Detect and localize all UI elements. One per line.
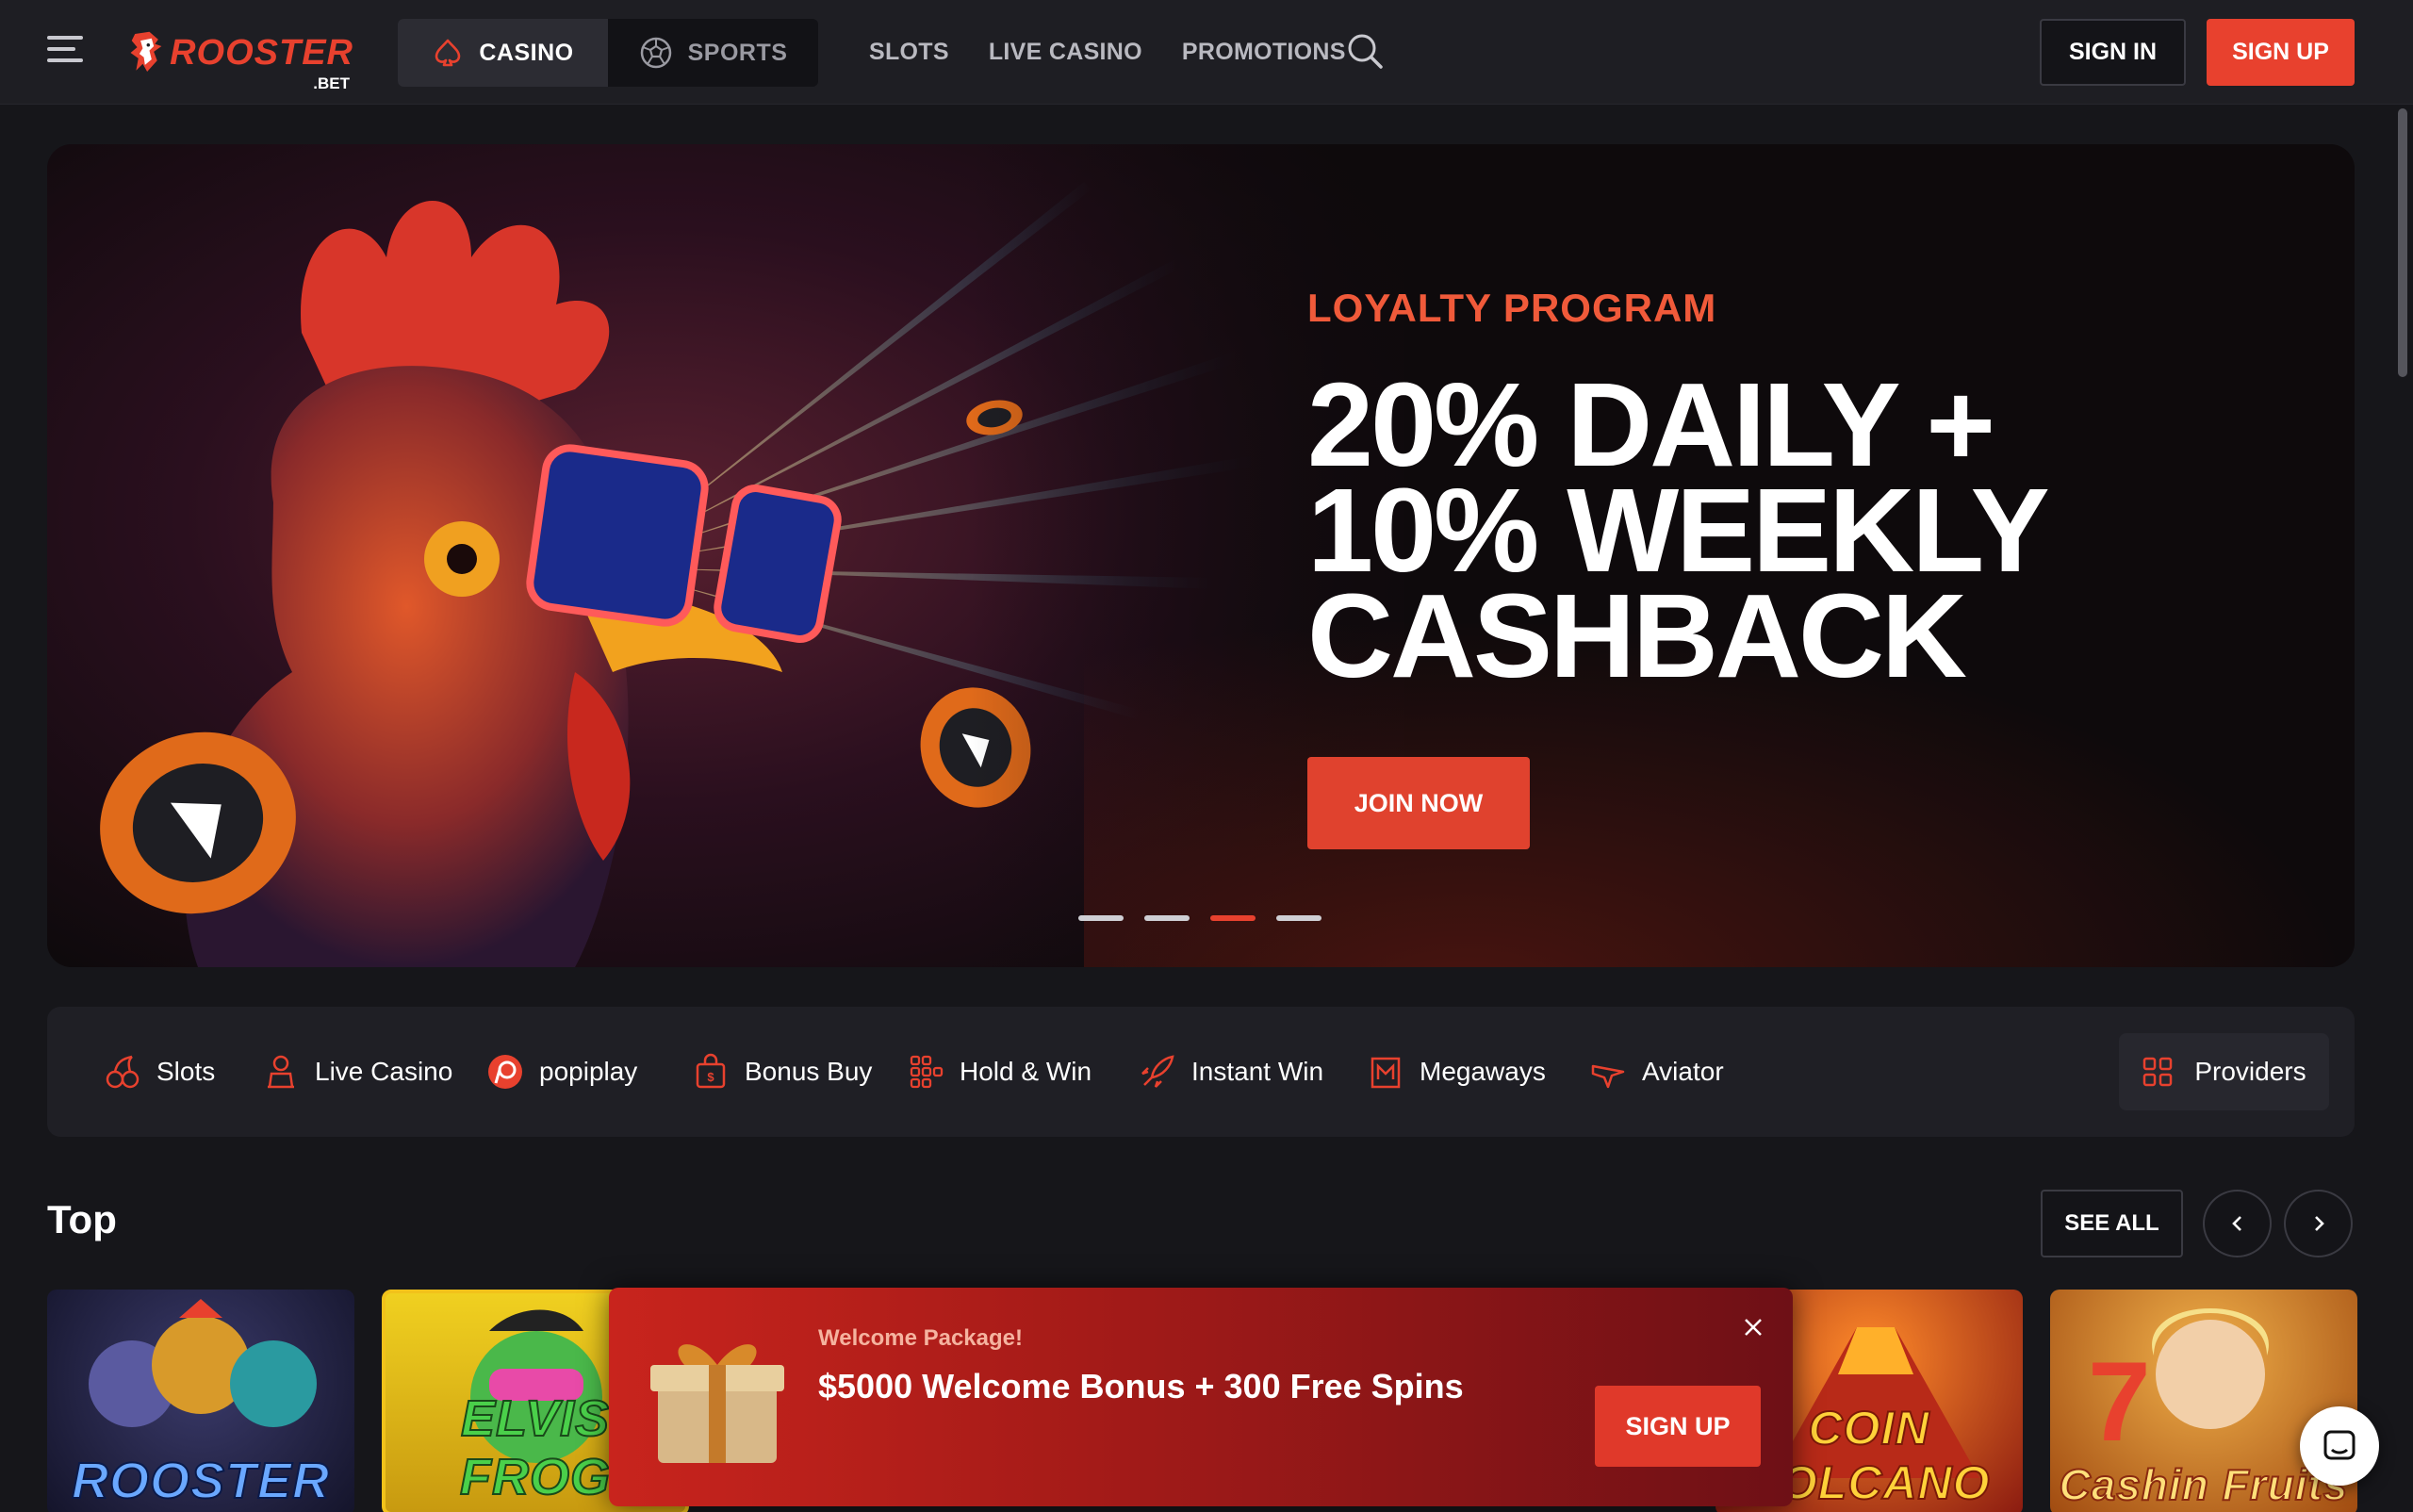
see-all-button[interactable]: SEE ALL — [2041, 1190, 2183, 1257]
carousel-dot-4[interactable] — [1276, 915, 1321, 921]
game-tile[interactable]: ROOSTER — [47, 1290, 354, 1512]
spade-icon — [435, 39, 461, 67]
nav-slots[interactable]: SLOTS — [869, 39, 949, 66]
sign-in-button[interactable]: SIGN IN — [2040, 19, 2186, 86]
banner-headline: 20% DAILY + 10% WEEKLY CASHBACK — [1307, 358, 2250, 702]
svg-text:7: 7 — [2088, 1339, 2151, 1465]
hamburger-menu-icon[interactable] — [47, 36, 85, 68]
providers-label: Providers — [2194, 1057, 2306, 1086]
popiplay-icon — [488, 1055, 522, 1089]
dealer-icon — [268, 1055, 294, 1089]
megaways-icon — [1371, 1057, 1401, 1089]
nav-live-casino[interactable]: LIVE CASINO — [989, 39, 1142, 66]
chevron-left-icon — [2231, 1216, 2241, 1231]
game-tile-title: ROOSTER — [71, 1452, 331, 1510]
providers-button[interactable]: Providers — [2119, 1033, 2329, 1110]
grid-dots-icon — [910, 1055, 944, 1089]
nav-promotions[interactable]: PROMOTIONS — [1182, 39, 1346, 66]
top-header: ROOSTER .BET CASINO SPORTS SLOTS LIVE CA… — [0, 0, 2413, 105]
soccer-ball-icon — [640, 37, 671, 69]
category-hold-and-win[interactable]: Hold & Win — [907, 1007, 1092, 1137]
main-nav: SLOTS LIVE CASINO PROMOTIONS — [869, 0, 1346, 105]
rooster-logo-icon — [130, 31, 162, 72]
popup-sign-up-button[interactable]: SIGN UP — [1595, 1386, 1761, 1467]
category-aviator-label: Aviator — [1642, 1057, 1724, 1086]
shopping-bag-icon: $ — [696, 1053, 726, 1089]
category-bonus-buy-label: Bonus Buy — [745, 1057, 873, 1086]
category-instant-win[interactable]: Instant Win — [1139, 1007, 1323, 1137]
grid-icon — [2143, 1057, 2173, 1087]
category-bonus-buy[interactable]: $ Bonus Buy — [692, 1007, 872, 1137]
carousel-next-button[interactable] — [2284, 1190, 2353, 1257]
tab-casino[interactable]: CASINO — [398, 19, 608, 87]
join-now-button[interactable]: JOIN NOW — [1307, 757, 1530, 849]
plane-icon — [1591, 1064, 1625, 1089]
popup-eyebrow: Welcome Package! — [818, 1325, 1023, 1351]
category-popiplay-label: popiplay — [539, 1057, 638, 1086]
category-slots-label: Slots — [156, 1057, 216, 1086]
category-popiplay[interactable]: popiplay — [486, 1007, 637, 1137]
banner-headline-line-2: 10% WEEKLY — [1307, 464, 2050, 597]
product-switcher: CASINO SPORTS — [398, 19, 818, 87]
carousel-prev-button[interactable] — [2203, 1190, 2272, 1257]
category-bar: Slots Live Casino popiplay $ Bonus Buy H… — [47, 1007, 2355, 1137]
carousel-pagination — [1078, 915, 1321, 921]
banner-headline-line-1: 20% DAILY + — [1307, 358, 1995, 491]
chevron-right-icon — [2314, 1216, 2324, 1231]
category-live-casino[interactable]: Live Casino — [262, 1007, 452, 1137]
gift-box-icon — [650, 1344, 784, 1463]
site-logo[interactable]: ROOSTER .BET — [127, 13, 353, 92]
category-hold-and-win-label: Hold & Win — [960, 1057, 1092, 1086]
chat-icon — [2323, 1430, 2356, 1460]
tab-sports[interactable]: SPORTS — [608, 19, 818, 87]
carousel-dot-3[interactable] — [1210, 915, 1256, 921]
chat-support-button[interactable] — [2300, 1406, 2379, 1486]
logo-suffix: .BET — [313, 74, 350, 92]
tab-casino-label: CASINO — [479, 39, 574, 66]
category-instant-win-label: Instant Win — [1191, 1057, 1324, 1086]
search-icon[interactable] — [1346, 32, 1384, 70]
category-aviator[interactable]: Aviator — [1589, 1007, 1724, 1137]
cherries-icon — [106, 1055, 140, 1089]
category-slots[interactable]: Slots — [104, 1007, 215, 1137]
category-megaways-label: Megaways — [1420, 1057, 1546, 1086]
hero-banner: LOYALTY PROGRAM 20% DAILY + 10% WEEKLY C… — [47, 144, 2355, 967]
category-megaways[interactable]: Megaways — [1367, 1007, 1546, 1137]
popup-title: $5000 Welcome Bonus + 300 Free Spins — [818, 1367, 1464, 1405]
close-icon[interactable] — [1740, 1314, 1766, 1340]
page-scrollbar[interactable] — [2398, 108, 2407, 377]
svg-text:$: $ — [707, 1070, 714, 1084]
logo-name: ROOSTER — [170, 32, 353, 73]
carousel-dot-2[interactable] — [1144, 915, 1190, 921]
section-title-top: Top — [47, 1197, 117, 1241]
banner-headline-line-3: CASHBACK — [1307, 569, 1967, 702]
sign-up-button[interactable]: SIGN UP — [2207, 19, 2355, 86]
carousel-dot-1[interactable] — [1078, 915, 1124, 921]
rocket-icon — [1141, 1055, 1174, 1088]
game-tile[interactable]: 7 Cashin Fruits — [2050, 1290, 2357, 1512]
banner-eyebrow: LOYALTY PROGRAM — [1307, 286, 1717, 330]
category-live-casino-label: Live Casino — [315, 1057, 453, 1086]
tab-sports-label: SPORTS — [687, 39, 788, 66]
welcome-package-popup: Welcome Package! $5000 Welcome Bonus + 3… — [609, 1288, 1793, 1506]
